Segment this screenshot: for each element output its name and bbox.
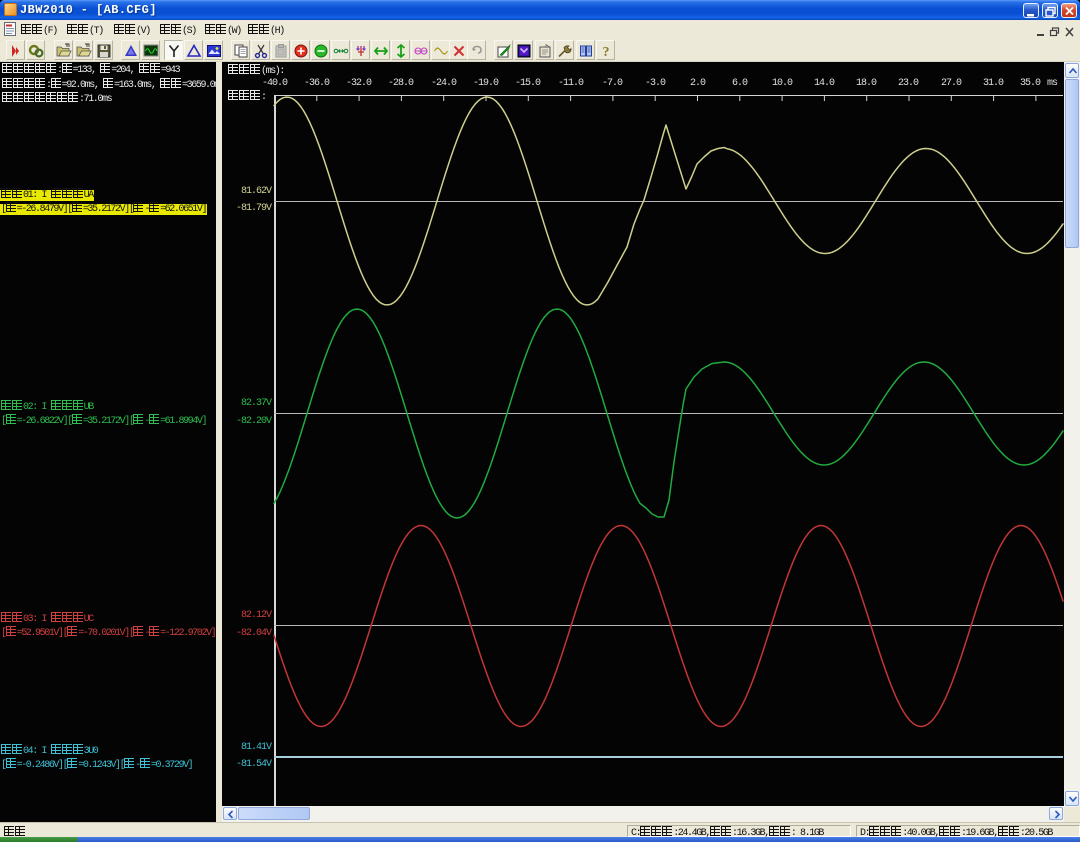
svg-text:?: ? bbox=[602, 45, 609, 59]
